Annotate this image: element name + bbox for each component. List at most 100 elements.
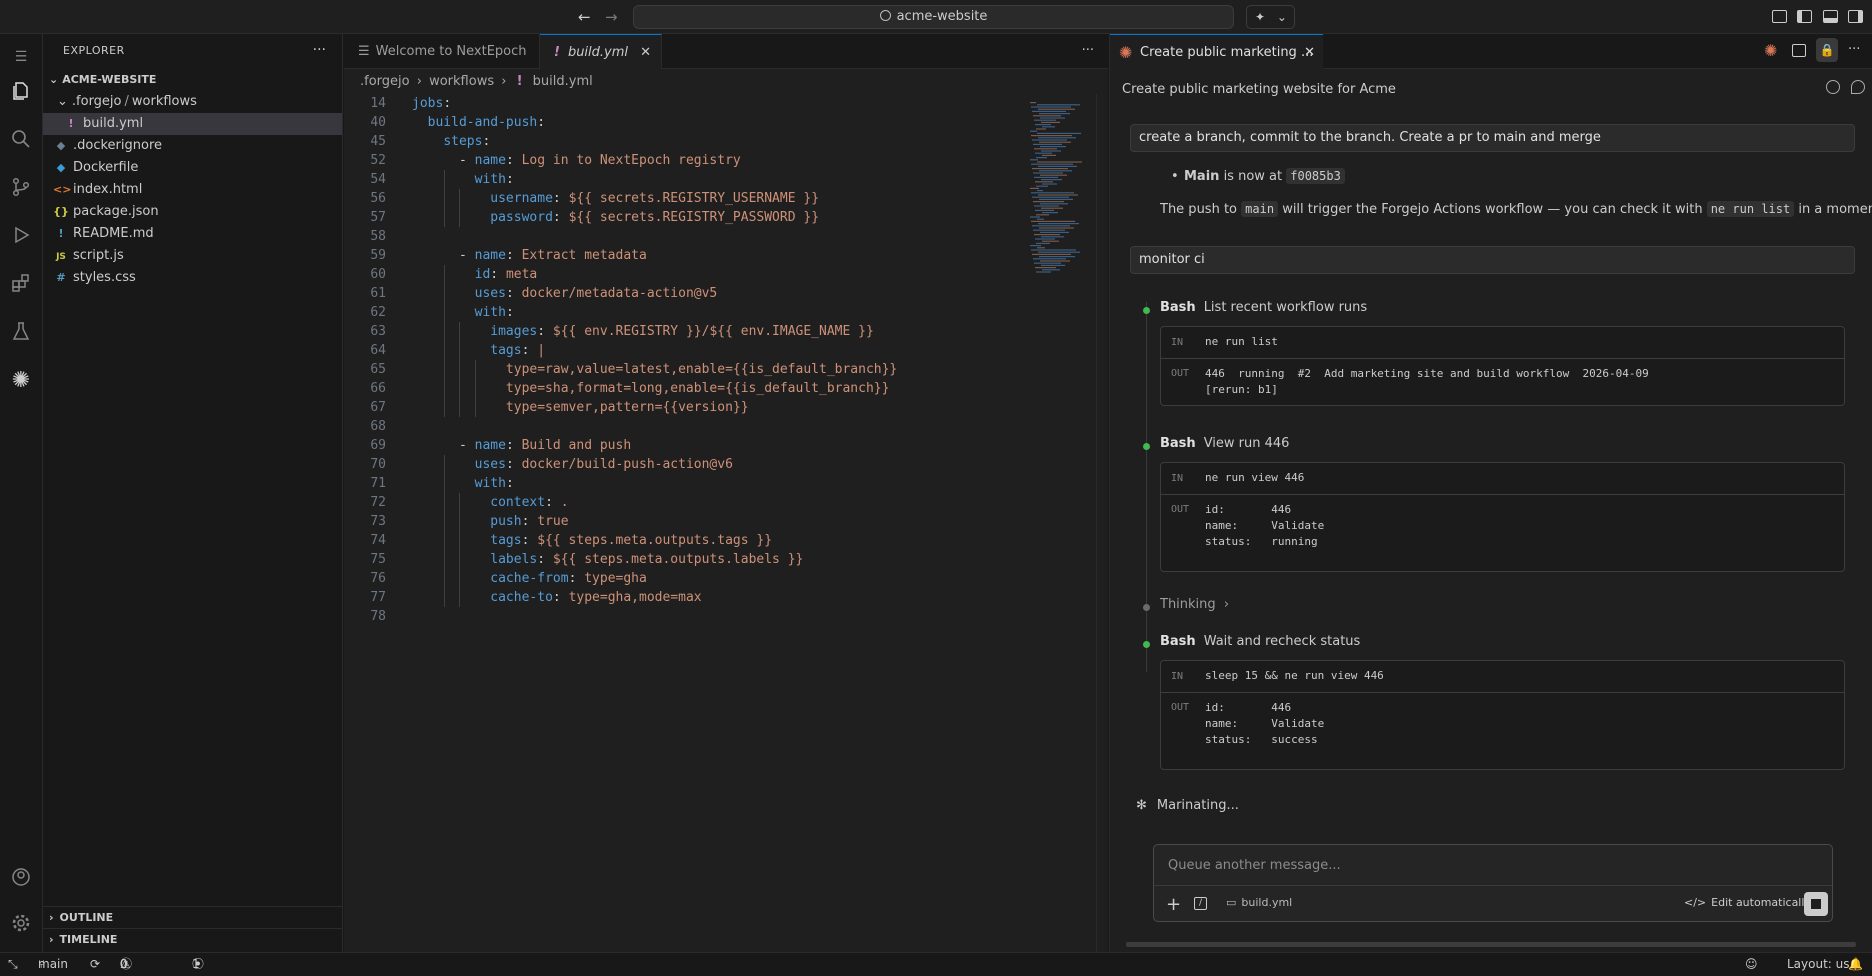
code-line[interactable]: 71 with:: [344, 474, 1024, 493]
code-line[interactable]: 63 images: ${{ env.REGISTRY }}/${{ env.I…: [344, 322, 1024, 341]
run-debug-icon[interactable]: [8, 224, 34, 250]
workspace-root[interactable]: ⌄ ACME-WEBSITE: [43, 69, 342, 91]
toggle-primary-sidebar-icon[interactable]: [1797, 10, 1812, 23]
code-line[interactable]: 58: [344, 227, 1024, 246]
keyboard-layout[interactable]: Layout: us: [1787, 953, 1850, 976]
remote-icon[interactable]: ⤡: [8, 953, 18, 976]
horizontal-scrollbar[interactable]: [1126, 942, 1856, 947]
arrow-right-icon[interactable]: →: [605, 8, 618, 26]
toggle-panel-icon[interactable]: [1823, 10, 1838, 23]
file-package-json[interactable]: {} package.json: [43, 201, 342, 223]
file-styles-css[interactable]: # styles.css: [43, 267, 342, 289]
code-line[interactable]: 65 type=raw,value=latest,enable={{is_def…: [344, 360, 1024, 379]
code-line[interactable]: 64 tags: |: [344, 341, 1024, 360]
code-line[interactable]: 60 id: meta: [344, 265, 1024, 284]
assistant-icon[interactable]: ✺: [8, 368, 34, 394]
code-line[interactable]: 61 uses: docker/metadata-action@v5: [344, 284, 1024, 303]
line-number: 75: [370, 552, 386, 567]
tool-call-header[interactable]: Bash View run 446: [1160, 436, 1289, 451]
lock-icon[interactable]: 🔒: [1816, 38, 1838, 62]
code-line[interactable]: 70 uses: docker/build-push-action@v6: [344, 455, 1024, 474]
add-context-icon[interactable]: +: [1166, 894, 1181, 915]
notifications-icon[interactable]: 🔔: [1848, 953, 1863, 976]
file-build-yml[interactable]: ! build.yml: [43, 113, 342, 135]
assistant-logo-icon[interactable]: ✺: [1764, 41, 1777, 60]
tab-chat-session[interactable]: ✺ Create public marketing ... ✕: [1110, 34, 1323, 69]
code-line[interactable]: 72 context: .: [344, 493, 1024, 512]
code-line[interactable]: 52 - name: Log in to NextEpoch registry: [344, 151, 1024, 170]
sync-icon[interactable]: ⟳: [90, 953, 100, 976]
code-line[interactable]: 77 cache-to: type=gha,mode=max: [344, 588, 1024, 607]
copilot-status-icon[interactable]: ☺: [1745, 953, 1758, 976]
source-control-icon[interactable]: [8, 176, 34, 202]
user-message[interactable]: monitor ci: [1130, 246, 1855, 274]
code-line[interactable]: 68: [344, 417, 1024, 436]
code-line[interactable]: 57 password: ${{ secrets.REGISTRY_PASSWO…: [344, 208, 1024, 227]
code-line[interactable]: 62 with:: [344, 303, 1024, 322]
file-dockerfile[interactable]: ◆ Dockerfile: [43, 157, 342, 179]
folder-forgejo-workflows[interactable]: ⌄ .forgejo / workflows: [43, 91, 342, 113]
file-index-html[interactable]: <> index.html: [43, 179, 342, 201]
code-line[interactable]: 69 - name: Build and push: [344, 436, 1024, 455]
more-actions-icon[interactable]: ···: [313, 42, 326, 58]
code-line[interactable]: 40 build-and-push:: [344, 113, 1024, 132]
slash-command-icon[interactable]: /: [1194, 897, 1207, 910]
message-input[interactable]: [1168, 855, 1808, 875]
file-script-js[interactable]: JS script.js: [43, 245, 342, 267]
code-line[interactable]: 56 username: ${{ secrets.REGISTRY_USERNA…: [344, 189, 1024, 208]
code-line[interactable]: 66 type=sha,format=long,enable={{is_defa…: [344, 379, 1024, 398]
code-line[interactable]: 45 steps:: [344, 132, 1024, 151]
file-readme-md[interactable]: ! README.md: [43, 223, 342, 245]
layout-customize-icon[interactable]: [1772, 10, 1787, 23]
history-icon[interactable]: [1826, 80, 1840, 94]
minimap[interactable]: [1020, 94, 1100, 294]
code-area[interactable]: 14 jobs: 40 build-and-push: 45 steps: 52 - n…: [344, 94, 1024, 626]
code-line[interactable]: 67 type=semver,pattern={{version}}: [344, 398, 1024, 417]
minimap-line: [1030, 130, 1037, 132]
minimap-line: [1030, 159, 1038, 161]
tool-call-header[interactable]: Bash List recent workflow runs: [1160, 300, 1367, 315]
stop-button[interactable]: [1804, 892, 1828, 916]
file-dockerignore[interactable]: ◆ .dockerignore: [43, 135, 342, 157]
chat-toggle-button[interactable]: ✦ ⌄: [1246, 5, 1295, 29]
code-line[interactable]: 14 jobs:: [344, 94, 1024, 113]
menu-icon[interactable]: ☰: [8, 44, 34, 70]
breadcrumb-item[interactable]: workflows: [429, 74, 494, 89]
code-line[interactable]: 76 cache-from: type=gha: [344, 569, 1024, 588]
split-editor-icon[interactable]: [1792, 44, 1806, 57]
toggle-secondary-sidebar-icon[interactable]: [1848, 10, 1863, 23]
timeline-section[interactable]: › TIMELINE: [43, 928, 342, 950]
extensions-icon[interactable]: [8, 272, 34, 298]
scrollbar[interactable]: [1096, 94, 1108, 952]
code-line[interactable]: 73 push: true: [344, 512, 1024, 531]
line-number: 63: [370, 324, 386, 339]
search-icon[interactable]: [8, 128, 34, 154]
tab-build-yml[interactable]: ! build.yml ✕: [540, 34, 662, 69]
gear-icon[interactable]: [8, 912, 34, 938]
close-icon[interactable]: ✕: [1304, 35, 1315, 70]
outline-section[interactable]: › OUTLINE: [43, 906, 342, 928]
code-line[interactable]: 59 - name: Extract metadata: [344, 246, 1024, 265]
more-actions-icon[interactable]: ···: [1082, 43, 1094, 58]
thinking-toggle[interactable]: Thinking ›: [1160, 597, 1229, 612]
testing-icon[interactable]: [8, 320, 34, 346]
indent-guide: [459, 322, 461, 341]
new-chat-icon[interactable]: [1851, 80, 1865, 94]
code-line[interactable]: 75 labels: ${{ steps.meta.outputs.labels…: [344, 550, 1024, 569]
code-line[interactable]: 74 tags: ${{ steps.meta.outputs.tags }}: [344, 531, 1024, 550]
breadcrumb-item[interactable]: .forgejo: [360, 74, 410, 89]
tab-welcome[interactable]: ☰ Welcome to NextEpoch: [344, 34, 540, 69]
code-line[interactable]: 78: [344, 607, 1024, 626]
user-message[interactable]: create a branch, commit to the branch. C…: [1130, 124, 1855, 152]
command-center-search[interactable]: acme-website: [633, 5, 1234, 29]
more-actions-icon[interactable]: ···: [1848, 42, 1860, 57]
account-icon[interactable]: [8, 866, 34, 892]
code-line[interactable]: 54 with:: [344, 170, 1024, 189]
edit-mode-toggle[interactable]: </> Edit automatically: [1684, 896, 1811, 909]
tool-call-header[interactable]: Bash Wait and recheck status: [1160, 634, 1360, 649]
attached-file-chip[interactable]: ▭ build.yml: [1226, 896, 1292, 909]
arrow-left-icon[interactable]: ←: [578, 8, 591, 26]
breadcrumb-item[interactable]: build.yml: [533, 74, 593, 89]
close-icon[interactable]: ✕: [640, 35, 651, 70]
files-icon[interactable]: [8, 80, 34, 106]
